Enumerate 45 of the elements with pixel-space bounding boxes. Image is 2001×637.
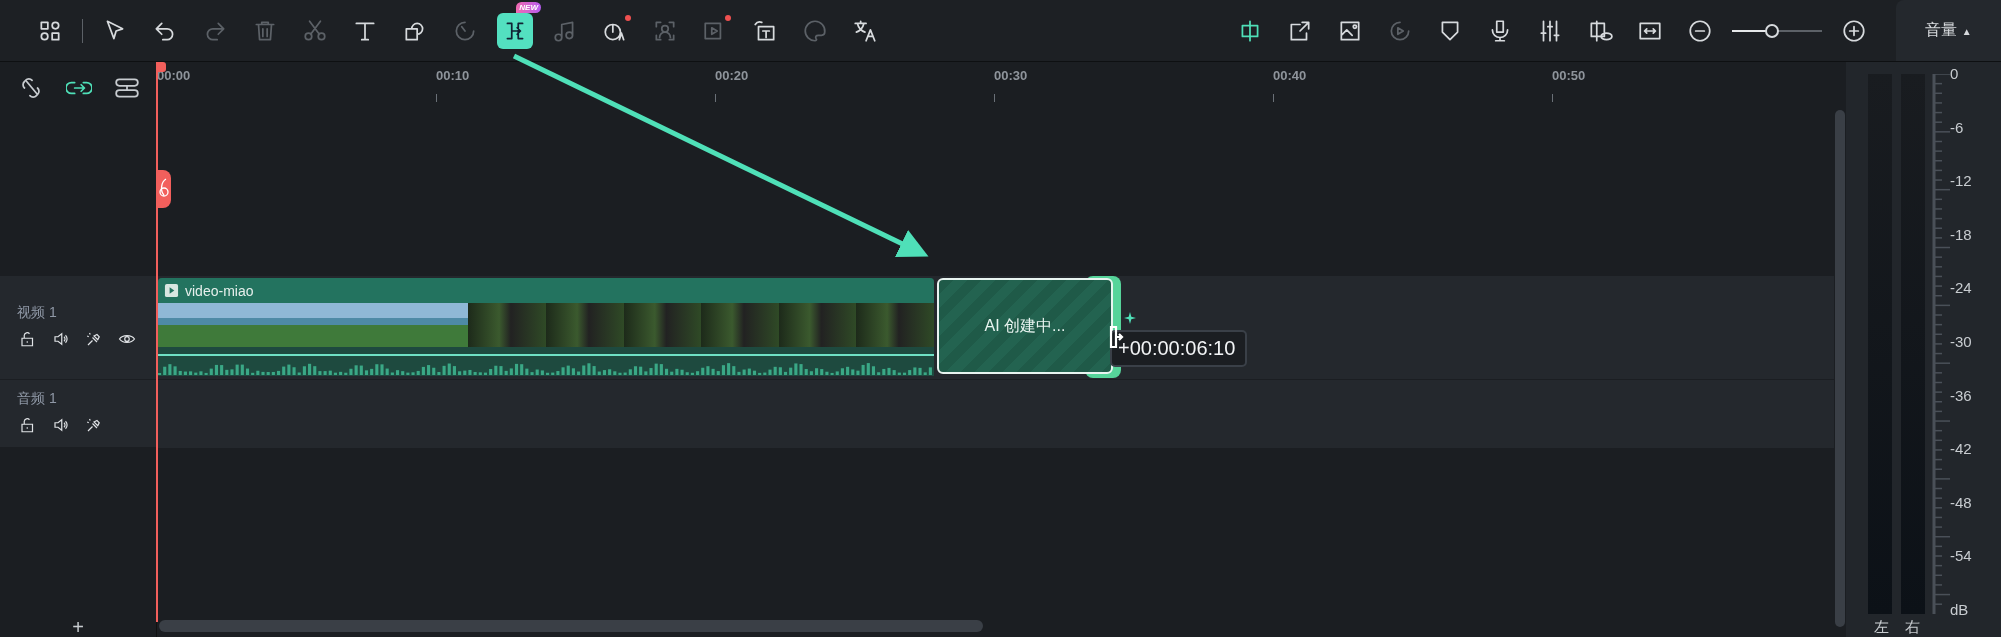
volume-tab[interactable]: 音量 ▲: [1896, 0, 2001, 61]
zoom-slider[interactable]: [1732, 23, 1822, 38]
ruler-label: 00:10: [436, 68, 470, 83]
channel-label: 右: [1905, 618, 1920, 637]
ai-clip-label: AI 创建中...: [984, 315, 1066, 336]
track-name: 音频 1: [17, 389, 58, 408]
meter-scale-label: -18: [1950, 226, 1972, 243]
ruler-label: 00:40: [1273, 68, 1307, 83]
meter-scale-label: -12: [1950, 173, 1972, 190]
palette-icon: [802, 17, 828, 44]
sparkle-icon: [1124, 312, 1136, 324]
zoom-slider-thumb[interactable]: [1764, 23, 1779, 38]
microphone-icon: [85, 416, 103, 434]
meter-scale-label: -30: [1950, 333, 1972, 350]
new-badge: NEW: [516, 1, 541, 13]
meter-scale-label: -24: [1950, 280, 1972, 297]
meter-scale-label: -42: [1950, 441, 1972, 458]
meter-scale-label: dB: [1950, 601, 1970, 618]
meter-scale-label: 0: [1950, 66, 1960, 82]
speaker-icon: [52, 416, 70, 434]
track-name: 视频 1: [17, 303, 58, 322]
play-icon: [164, 283, 179, 298]
trim-duration-tooltip: +00:00:06:10: [1110, 330, 1248, 367]
horizontal-scrollbar[interactable]: [159, 620, 983, 632]
preview-eye-icon: [1587, 17, 1613, 44]
ruler-label: 00:30: [994, 68, 1028, 83]
vertical-scrollbar[interactable]: [1835, 110, 1845, 627]
microphone-icon: [85, 330, 103, 348]
scissors-icon: [302, 17, 328, 44]
ruler-label: 00:50: [1552, 68, 1586, 83]
meter-scale-label: -54: [1950, 548, 1972, 565]
playhead-handle[interactable]: [157, 62, 166, 72]
meter-scale-label: -6: [1950, 119, 1965, 136]
ai-clip[interactable]: AI 创建中...: [937, 278, 1113, 374]
translate-icon: [852, 17, 878, 44]
meter-scale-label: -36: [1950, 387, 1972, 404]
ruler-label: 00:20: [715, 68, 749, 83]
meter-scale-label: -48: [1950, 494, 1972, 511]
ruler-label: 00:00: [157, 68, 191, 83]
split-arrow-button[interactable]: [497, 12, 533, 49]
clip-title: video-miao: [185, 282, 254, 299]
video-clip[interactable]: video-miao: [158, 278, 934, 376]
add-track-button[interactable]: +: [68, 617, 88, 637]
channel-label: 左: [1874, 618, 1889, 637]
speaker-icon: [52, 330, 70, 348]
